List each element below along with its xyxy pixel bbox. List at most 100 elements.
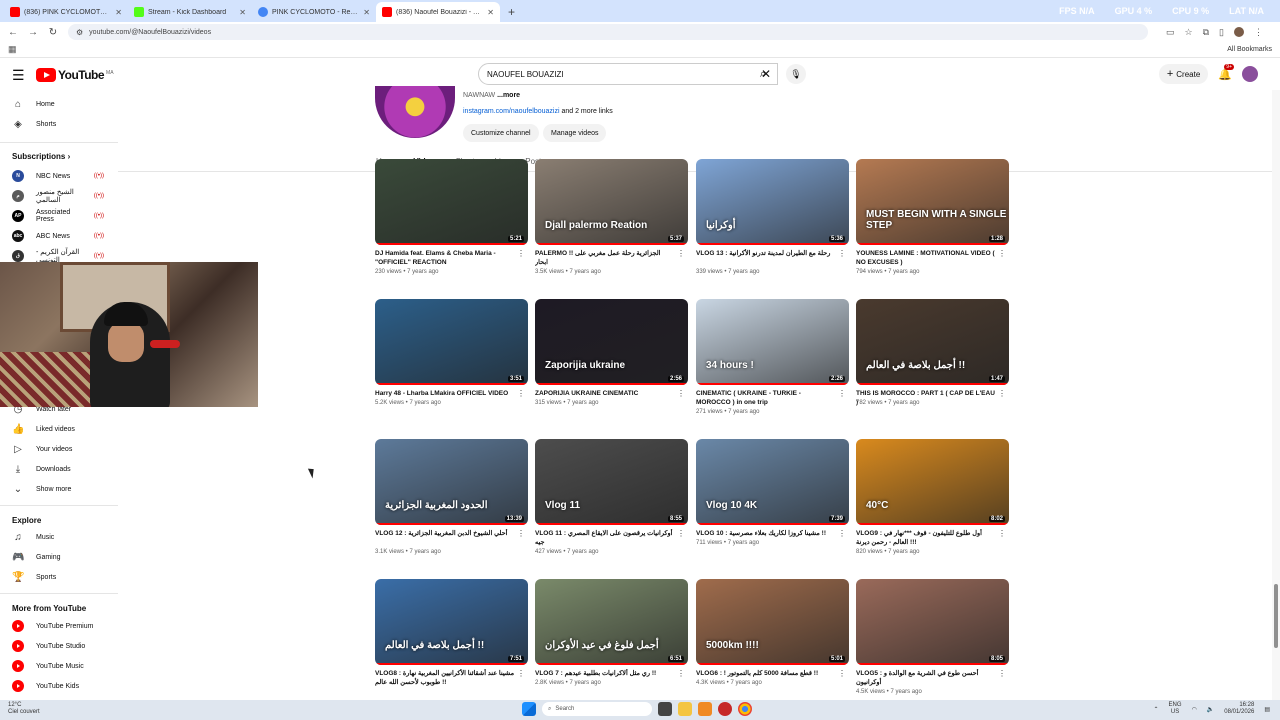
channel-avatar[interactable] (375, 86, 455, 138)
video-title[interactable]: VLOG6 : ! قطع مسافة 5000 كلم بالتموتور !… (696, 669, 836, 678)
video-thumbnail[interactable]: Djall palermo Reation 5:37 (535, 159, 688, 245)
create-button[interactable]: + Create (1158, 64, 1209, 84)
video-thumbnail[interactable]: 5000km !!!! 5:01 (696, 579, 849, 665)
browser-tab-1[interactable]: (836) PINK CYCLOMOTO - YouTu ✕ (4, 2, 128, 22)
video-card[interactable]: 40°C 8:02 VLOG9 : أول طلوع للتليفون - قوف … (856, 439, 1009, 555)
more-options-icon[interactable]: ⋮ (998, 389, 1006, 398)
video-title[interactable]: DJ Hamida feat. Elams & Cheba Maria - "O… (375, 249, 515, 267)
sidebar-item-youtube-music[interactable]: YouTube Music (0, 656, 118, 676)
video-card[interactable]: MUST BEGIN WITH A SINGLE STEP 1:28 YOUNESS… (856, 159, 1009, 275)
more-options-icon[interactable]: ⋮ (677, 249, 685, 258)
video-title[interactable]: CINEMATIC ( UKRAINE - TURKIE - MOROCCO )… (696, 389, 836, 407)
more-link[interactable]: ...more (497, 92, 520, 99)
video-card[interactable]: Zaporijia ukraine 2:56 ZAPORIJIA UKRAINE C… (535, 299, 688, 406)
video-title[interactable]: VLOG 7 : ري مثل ألاكرانيات بطلبية عيدهم … (535, 669, 675, 678)
notification-center-icon[interactable]: ▤ (1264, 706, 1270, 713)
wifi-icon[interactable]: ◠ (1192, 706, 1197, 713)
channel-links[interactable]: instagram.com/naoufelbouazizi and 2 more… (463, 108, 613, 115)
new-tab-button[interactable]: + (500, 2, 523, 22)
video-thumbnail[interactable]: Zaporijia ukraine 2:56 (535, 299, 688, 385)
sidebar-item-gaming[interactable]: 🎮 Gaming (0, 547, 118, 567)
video-title[interactable]: VLOG5 : أحسن طوع في الشرية مع الوالدة و … (856, 669, 996, 687)
video-card[interactable]: أجمل بلاصة في العالم !! 7:51 VLOG8 : مشينا… (375, 579, 528, 686)
sidebar-sub-nbc[interactable]: N NBC News ((•)) (0, 166, 118, 186)
customize-channel-button[interactable]: Customize channel (463, 124, 539, 142)
video-card[interactable]: Vlog 11 8:55 VLOG 11 : أوكرانيات يرقصون عل… (535, 439, 688, 555)
weather-widget[interactable]: 12°C Ciel couvert (8, 702, 40, 716)
bookmark-star-icon[interactable]: ☆ (1185, 27, 1193, 38)
task-view-icon[interactable] (658, 702, 672, 716)
close-tab-icon[interactable]: ✕ (115, 8, 122, 17)
chevron-up-icon[interactable]: ⌃ (1154, 706, 1159, 713)
more-links[interactable]: and 2 more links (561, 108, 612, 115)
instagram-link[interactable]: instagram.com/naoufelbouazizi (463, 108, 560, 115)
sidebar-item-youtube-kids[interactable]: YouTube Kids (0, 676, 118, 696)
video-thumbnail[interactable]: 40°C 8:02 (856, 439, 1009, 525)
taskbar-search[interactable]: ⌕ Search (542, 702, 652, 716)
browser-tab-4[interactable]: (836) Naoufel Bouazizi - YouTu ✕ (376, 2, 500, 22)
more-options-icon[interactable]: ⋮ (838, 249, 846, 258)
site-info-icon[interactable]: ⚙ (76, 28, 83, 37)
close-tab-icon[interactable]: ✕ (487, 8, 494, 17)
sidebar-sub-abc[interactable]: abc ABC News ((•)) (0, 226, 118, 246)
manage-videos-button[interactable]: Manage videos (543, 124, 607, 142)
more-options-icon[interactable]: ⋮ (677, 389, 685, 398)
video-title[interactable]: VLOG 12 : أحلي الشيوخ الدبن المغربية الج… (375, 529, 515, 538)
sidebar-item-music[interactable]: ♫ Music (0, 527, 118, 547)
channel-description[interactable]: NAWNAW ...more (463, 92, 520, 99)
search-input[interactable]: NAOUFEL BOUAZIZI ✕ (478, 63, 778, 85)
subscriptions-heading[interactable]: Subscriptions › (12, 152, 70, 161)
more-options-icon[interactable]: ⋮ (838, 389, 846, 398)
user-avatar[interactable] (1242, 66, 1258, 82)
close-tab-icon[interactable]: ✕ (239, 8, 246, 17)
install-icon[interactable]: ▭ (1166, 27, 1175, 38)
sidebar-sub-ap[interactable]: AP Associated Press ((•)) (0, 206, 118, 226)
browser-menu-icon[interactable]: ⋮ (1254, 27, 1263, 38)
more-options-icon[interactable]: ⋮ (517, 249, 525, 258)
video-title[interactable]: Harry 48 - Lharba LMakira OFFICIEL VIDEO (375, 389, 515, 398)
video-thumbnail[interactable]: أجمل بلاصة في العالم !! 7:51 (375, 579, 528, 665)
video-thumbnail[interactable]: أوكرانيا 5:36 (696, 159, 849, 245)
video-thumbnail[interactable]: 8:05 (856, 579, 1009, 665)
sidebar-item-your-videos[interactable]: ▷ Your videos (0, 439, 118, 459)
reload-icon[interactable]: ↻ (48, 27, 58, 38)
more-options-icon[interactable]: ⋮ (517, 529, 525, 538)
more-options-icon[interactable]: ⋮ (998, 529, 1006, 538)
video-card[interactable]: أجمل بلاصة في العالم !! 1:47 THIS IS MOROC… (856, 299, 1009, 406)
video-title[interactable]: VLOG 13 : رحلة مع الطيران لمدينة تدرنو ا… (696, 249, 836, 258)
video-title[interactable]: VLOG 10 : مشينا كروزا لكاريك بعلاء مصرسي… (696, 529, 836, 538)
forward-icon[interactable]: → (28, 27, 38, 38)
video-title[interactable]: VLOG9 : أول طلوع للتليفون - قوف ***نهار … (856, 529, 996, 547)
more-options-icon[interactable]: ⋮ (677, 669, 685, 678)
video-card[interactable]: 3:51 Harry 48 - Lharba LMakira OFFICIEL V… (375, 299, 528, 406)
sidebar-item-downloads[interactable]: ⤓ Downloads (0, 459, 118, 479)
more-options-icon[interactable]: ⋮ (998, 249, 1006, 258)
video-card[interactable]: 5:21 DJ Hamida feat. Elams & Cheba Maria … (375, 159, 528, 275)
video-card[interactable]: الحدود المغربية الجزائرية 13:39 VLOG 12 : … (375, 439, 528, 555)
video-title[interactable]: PALERMO !! الجزائرية رحلة عمل مغربي على … (535, 249, 675, 267)
windows-start-icon[interactable] (522, 702, 536, 716)
scrollbar-thumb[interactable] (1274, 584, 1278, 648)
page-scrollbar[interactable] (1272, 90, 1280, 700)
sidebar-item-show-more[interactable]: ⌄ Show more (0, 479, 118, 499)
video-title[interactable]: VLOG8 : مشينا عند أشقائنا الأكرانيين الم… (375, 669, 515, 687)
video-thumbnail[interactable]: MUST BEGIN WITH A SINGLE STEP 1:28 (856, 159, 1009, 245)
video-card[interactable]: Djall palermo Reation 5:37 PALERMO !! الجز… (535, 159, 688, 275)
video-title[interactable]: ZAPORIJIA UKRAINE CINEMATIC (535, 389, 675, 398)
more-options-icon[interactable]: ⋮ (677, 529, 685, 538)
browser-tab-2[interactable]: Stream - Kick Dashboard ✕ (128, 2, 252, 22)
language-indicator[interactable]: ENG US (1169, 702, 1182, 716)
video-thumbnail[interactable]: أجمل بلاصة في العالم !! 1:47 (856, 299, 1009, 385)
voice-search-button[interactable]: 🎙 (786, 64, 806, 84)
video-thumbnail[interactable]: 34 hours ! 2:26 (696, 299, 849, 385)
sidebar-item-youtube-studio[interactable]: YouTube Studio (0, 636, 118, 656)
video-card[interactable]: أجمل فلوغ في عيد الأوكران 6:51 VLOG 7 : ري… (535, 579, 688, 686)
sidebar-item-youtube-premium[interactable]: YouTube Premium (0, 616, 118, 636)
sidebar-item-home[interactable]: ⌂ Home (0, 94, 118, 114)
video-thumbnail[interactable]: Vlog 10 4K 7:39 (696, 439, 849, 525)
volume-icon[interactable]: 🔈 (1207, 706, 1214, 713)
more-options-icon[interactable]: ⋮ (517, 389, 525, 398)
browser-tab-3[interactable]: PINK CYCLOMOTO - Recherche ✕ (252, 2, 376, 22)
app-icon[interactable] (698, 702, 712, 716)
close-tab-icon[interactable]: ✕ (363, 8, 370, 17)
